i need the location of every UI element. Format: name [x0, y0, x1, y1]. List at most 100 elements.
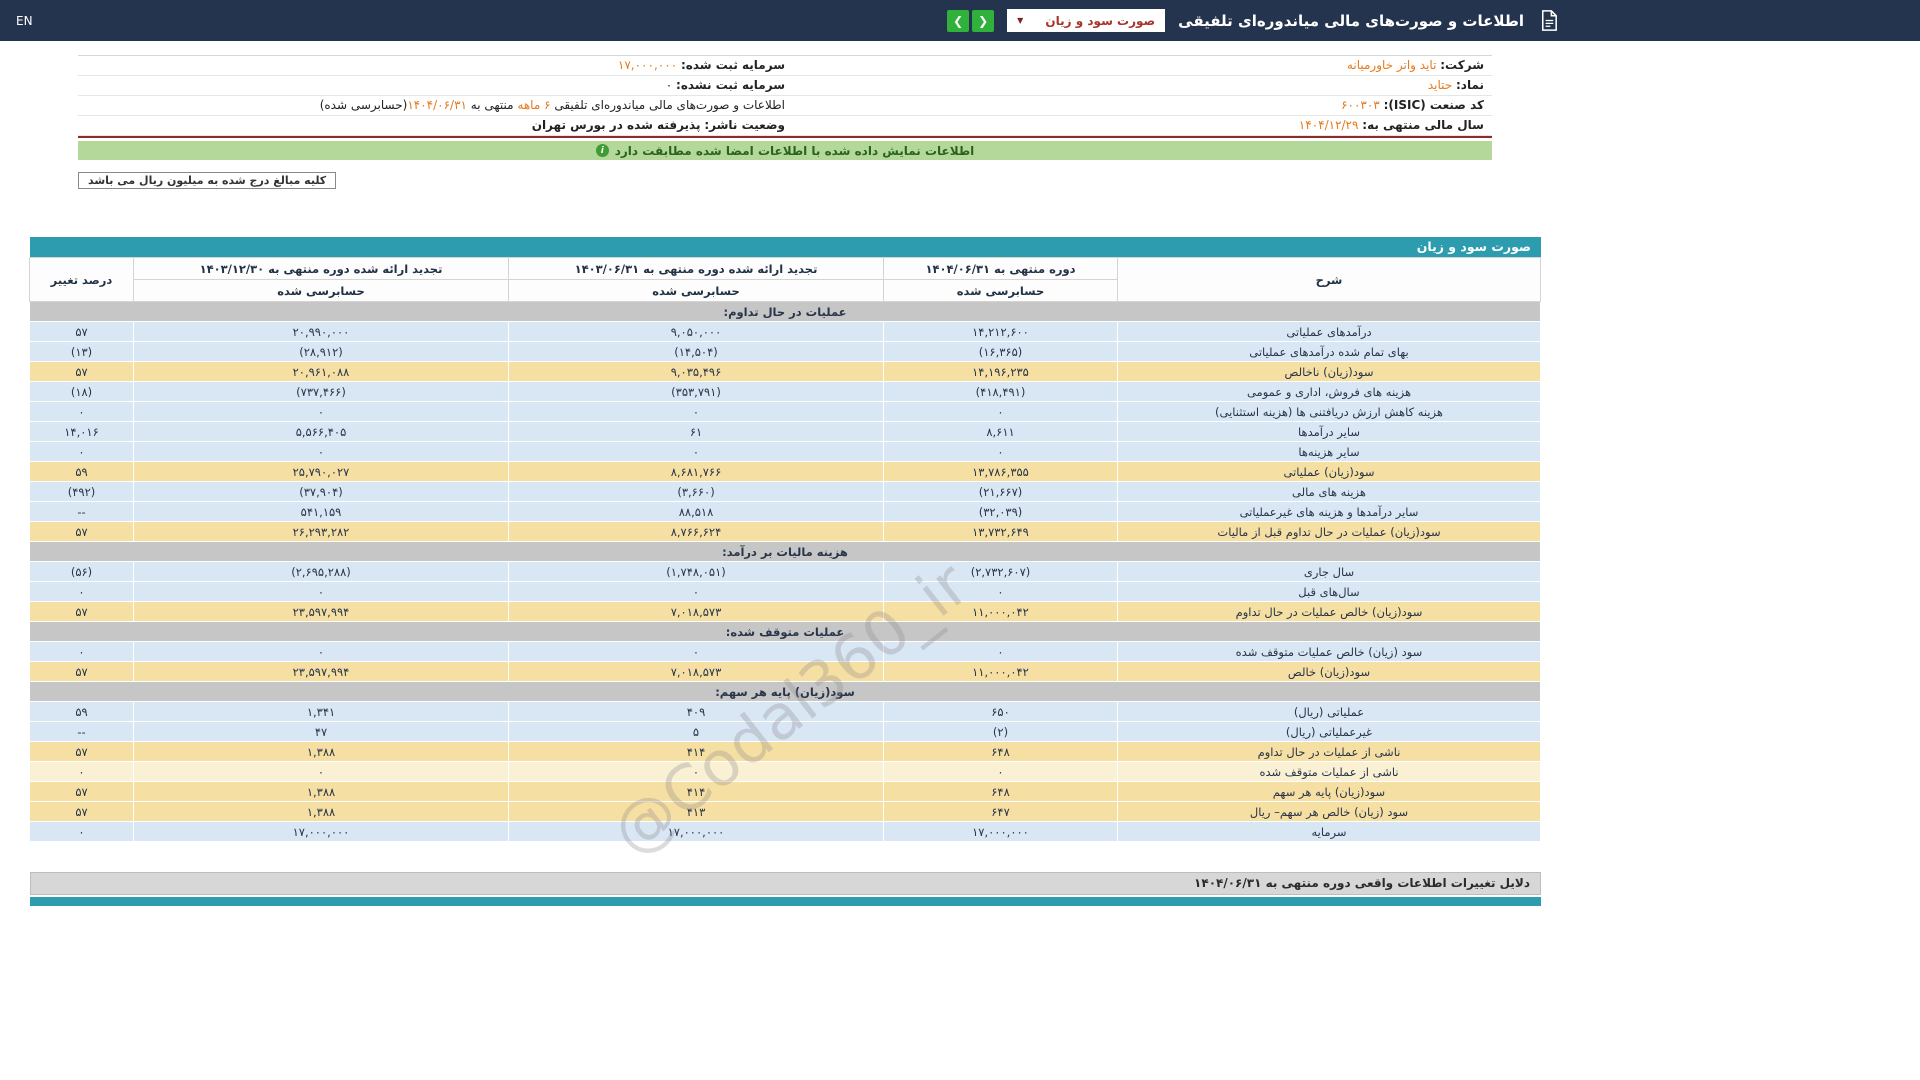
row-value: ۰ — [134, 402, 509, 422]
report-icon — [1537, 9, 1560, 32]
row-value: (۲,۶۹۵,۲۸۸) — [134, 562, 509, 582]
unregistered-capital-label: سرمایه ثبت نشده: — [676, 78, 785, 92]
table-row: سایر هزینه‌ها۰۰۰۰ — [30, 442, 1541, 462]
row-value: ۰ — [509, 762, 884, 782]
table-row: عملیاتی (ریال)۶۵۰۴۰۹۱,۳۴۱۵۹ — [30, 702, 1541, 722]
info-icon: i — [596, 144, 609, 157]
section-row: عملیات در حال تداوم: — [30, 302, 1541, 322]
topbar: اطلاعات و صورت‌های مالی میاندوره‌ای تلفی… — [0, 0, 1920, 41]
row-value: (۱۴,۵۰۴) — [509, 342, 884, 362]
table-row: سایر درآمدها۸,۶۱۱۶۱۵,۵۶۶,۴۰۵۱۴,۰۱۶ — [30, 422, 1541, 442]
row-value: ۴۱۴ — [509, 742, 884, 762]
row-value: ۶۴۸ — [884, 742, 1118, 762]
table-row: هزینه های مالی(۲۱,۶۶۷)(۳,۶۶۰)(۳۷,۹۰۴)(۴۹… — [30, 482, 1541, 502]
row-label: ناشی از عملیات متوقف شده — [1118, 762, 1541, 782]
table-row: غیرعملیاتی (ریال)(۲)۵۴۷-- — [30, 722, 1541, 742]
row-label: هزینه های فروش، اداری و عمومی — [1118, 382, 1541, 402]
row-value: ۰ — [134, 442, 509, 462]
table-row: درآمدهای عملیاتی۱۴,۲۱۲,۶۰۰۹,۰۵۰,۰۰۰۲۰,۹۹… — [30, 322, 1541, 342]
row-value: ۱۳,۷۳۲,۶۴۹ — [884, 522, 1118, 542]
symbol-link[interactable]: حتاید — [1428, 78, 1452, 92]
row-label: غیرعملیاتی (ریال) — [1118, 722, 1541, 742]
audited-label: حسابرسی شده — [509, 280, 884, 302]
row-value: ۱,۳۴۱ — [134, 702, 509, 722]
section-row: عملیات متوقف شده: — [30, 622, 1541, 642]
row-value: ۵,۵۶۶,۴۰۵ — [134, 422, 509, 442]
chevron-down-icon: ▼ — [1017, 16, 1023, 25]
registered-capital-value: ۱۷,۰۰۰,۰۰۰ — [618, 58, 677, 72]
row-change: ۵۹ — [30, 462, 134, 482]
audited-label: حسابرسی شده — [884, 280, 1118, 302]
row-label: سود(زیان) ناخالص — [1118, 362, 1541, 382]
income-statement-table: شرح دوره منتهی به ۱۴۰۴/۰۶/۳۱ تجدید ارائه… — [29, 257, 1541, 842]
row-label: سال‌های قبل — [1118, 582, 1541, 602]
row-value: ۶۵۰ — [884, 702, 1118, 722]
row-change: (۱۸) — [30, 382, 134, 402]
income-statement-body: عملیات در حال تداوم:درآمدهای عملیاتی۱۴,۲… — [30, 302, 1541, 842]
row-label: سود(زیان) خالص — [1118, 662, 1541, 682]
row-value: ۰ — [884, 402, 1118, 422]
row-change: ۵۷ — [30, 662, 134, 682]
table-row: سود(زیان) پایه هر سهم۶۴۸۴۱۴۱,۳۸۸۵۷ — [30, 782, 1541, 802]
row-value: ۲۳,۵۹۷,۹۹۴ — [134, 602, 509, 622]
row-label: سال جاری — [1118, 562, 1541, 582]
row-value: ۱۷,۰۰۰,۰۰۰ — [509, 822, 884, 842]
next-statement-button[interactable]: ❯ — [947, 10, 969, 32]
row-value: ۷,۰۱۸,۵۷۳ — [509, 662, 884, 682]
table-row: سایر درآمدها و هزینه های غیرعملیاتی(۳۲,۰… — [30, 502, 1541, 522]
registered-capital-label: سرمایه ثبت شده: — [681, 58, 785, 72]
table-row: سال‌های قبل۰۰۰۰ — [30, 582, 1541, 602]
header-row: شرح دوره منتهی به ۱۴۰۴/۰۶/۳۱ تجدید ارائه… — [30, 258, 1541, 280]
row-value: ۱,۳۸۸ — [134, 742, 509, 762]
row-change: (۵۶) — [30, 562, 134, 582]
row-value: ۱,۳۸۸ — [134, 802, 509, 822]
info-row: شرکت: تاید واتر خاورمیانه سرمایه ثبت شده… — [78, 56, 1492, 76]
company-link[interactable]: تاید واتر خاورمیانه — [1347, 58, 1437, 72]
row-change: ۵۷ — [30, 322, 134, 342]
row-value: ۸,۷۶۶,۶۲۴ — [509, 522, 884, 542]
row-value: ۱۷,۰۰۰,۰۰۰ — [884, 822, 1118, 842]
row-value: ۰ — [884, 762, 1118, 782]
statement-select-value: صورت سود و زیان — [1045, 14, 1155, 28]
row-value: (۳۷,۹۰۴) — [134, 482, 509, 502]
statement-select[interactable]: صورت سود و زیان ▼ — [1007, 9, 1165, 32]
row-label: درآمدهای عملیاتی — [1118, 322, 1541, 342]
row-value: (۳۲,۰۳۹) — [884, 502, 1118, 522]
publisher-status-value: پذیرفته شده در بورس تهران — [532, 118, 701, 132]
row-value: (۷۳۷,۴۶۶) — [134, 382, 509, 402]
row-value: (۲۱,۶۶۷) — [884, 482, 1118, 502]
isic-label: کد صنعت (ISIC): — [1384, 98, 1484, 112]
statement-period: ۶ ماهه — [517, 98, 550, 112]
row-value: ۰ — [509, 402, 884, 422]
row-change: ۵۷ — [30, 742, 134, 762]
row-change: ۵۷ — [30, 602, 134, 622]
row-label: عملیاتی (ریال) — [1118, 702, 1541, 722]
row-label: سایر هزینه‌ها — [1118, 442, 1541, 462]
section-label: عملیات در حال تداوم: — [30, 302, 1541, 322]
row-value: ۴۱۳ — [509, 802, 884, 822]
page: اطلاعات و صورت‌های مالی میاندوره‌ای تلفی… — [0, 0, 1920, 1080]
info-divider — [78, 136, 1492, 138]
row-value: ۲۵,۷۹۰,۰۲۷ — [134, 462, 509, 482]
note-wrap: کلیه مبالغ درج شده به میلیون ریال می باش… — [78, 172, 1492, 189]
language-toggle[interactable]: EN — [16, 14, 33, 28]
row-change: ۰ — [30, 642, 134, 662]
info-row: سال مالی منتهی به: ۱۴۰۴/۱۲/۲۹ وضعیت ناشر… — [78, 116, 1492, 136]
row-value: ۰ — [509, 642, 884, 662]
row-value: (۲) — [884, 722, 1118, 742]
section-row: سود(زیان) پایه هر سهم: — [30, 682, 1541, 702]
row-value: ۱۱,۰۰۰,۰۴۲ — [884, 662, 1118, 682]
statement-date: ۱۴۰۴/۰۶/۳۱ — [407, 98, 467, 112]
row-value: ۹,۰۵۰,۰۰۰ — [509, 322, 884, 342]
row-value: ۰ — [134, 642, 509, 662]
table-row: سود(زیان) عملیاتی۱۳,۷۸۶,۳۵۵۸,۶۸۱,۷۶۶۲۵,۷… — [30, 462, 1541, 482]
row-change: ۵۷ — [30, 362, 134, 382]
prev-statement-button[interactable]: ❮ — [972, 10, 994, 32]
row-value: (۱۶,۳۶۵) — [884, 342, 1118, 362]
col-header-change-percent: درصد تغییر — [30, 258, 134, 302]
page-title: اطلاعات و صورت‌های مالی میاندوره‌ای تلفی… — [1178, 12, 1524, 30]
table-row: سرمایه۱۷,۰۰۰,۰۰۰۱۷,۰۰۰,۰۰۰۱۷,۰۰۰,۰۰۰۰ — [30, 822, 1541, 842]
table-row: سود (زیان) خالص عملیات متوقف شده۰۰۰۰ — [30, 642, 1541, 662]
topbar-main: اطلاعات و صورت‌های مالی میاندوره‌ای تلفی… — [947, 9, 1560, 32]
row-value: ۴۱۴ — [509, 782, 884, 802]
